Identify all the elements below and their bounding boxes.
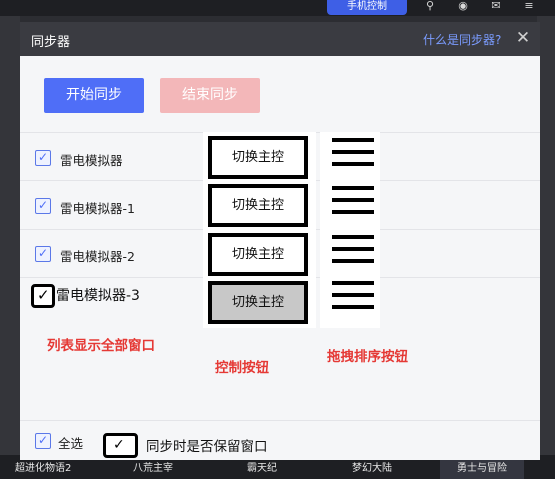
select-all-label: 全选: [58, 436, 84, 451]
drag-handle-icon[interactable]: [332, 186, 374, 220]
menu-icon[interactable]: ≡: [522, 0, 536, 12]
bottom-tab-4[interactable]: 勇士与冒险: [457, 459, 507, 474]
dialog-header: 同步器 什么是同步器? ✕: [20, 22, 540, 56]
check-icon: ✓: [37, 286, 50, 304]
dialog-title: 同步器: [31, 35, 71, 50]
keep-window-checkbox[interactable]: ✓: [103, 433, 138, 458]
check-icon: ✓: [113, 437, 125, 453]
background-left-panel: [0, 16, 20, 455]
switch-master-button[interactable]: 切换主控: [208, 184, 308, 227]
phone-control-button[interactable]: 手机控制: [327, 0, 407, 15]
emulator-name: 雷电模拟器-3: [56, 288, 140, 304]
check-icon: ✓: [38, 433, 49, 447]
help-link[interactable]: 什么是同步器?: [423, 31, 501, 48]
drag-annotation: 拖拽排序按钮: [327, 349, 408, 365]
keep-window-label: 同步时是否保留窗口: [146, 439, 268, 455]
drag-handle-icon[interactable]: [332, 235, 374, 269]
emulator-name: 雷电模拟器-2: [60, 249, 135, 264]
bottom-tab-1[interactable]: 八荒主宰: [133, 459, 173, 474]
close-icon[interactable]: ✕: [514, 28, 532, 48]
emulator-name: 雷电模拟器: [60, 153, 123, 168]
start-sync-button[interactable]: 开始同步: [44, 78, 144, 113]
select-all-checkbox[interactable]: ✓: [35, 433, 51, 449]
switch-master-button[interactable]: 切换主控: [208, 233, 308, 276]
row-checkbox[interactable]: ✓: [35, 198, 51, 214]
row-checkbox[interactable]: ✓: [31, 284, 55, 308]
app-top-bar: 手机控制 ⚲ ◉ ✉ ≡: [0, 0, 555, 16]
gamepad-icon[interactable]: ⚲: [423, 0, 437, 12]
row-checkbox[interactable]: ✓: [35, 246, 51, 262]
control-annotation: 控制按钮: [215, 360, 269, 376]
list-annotation: 列表显示全部窗口: [47, 338, 155, 354]
row-checkbox[interactable]: ✓: [35, 150, 51, 166]
switch-master-button[interactable]: 切换主控: [208, 136, 308, 179]
user-icon[interactable]: ◉: [456, 0, 470, 12]
bottom-tab-2[interactable]: 霸天纪: [247, 459, 277, 474]
bottom-tab-3[interactable]: 梦幻大陆: [352, 459, 392, 474]
synchronizer-dialog: 同步器 什么是同步器? ✕ 开始同步 结束同步 ✓ 雷电模拟器 切换主控 ✓ 雷…: [20, 22, 540, 460]
check-icon: ✓: [38, 246, 49, 260]
emulator-name: 雷电模拟器-1: [60, 201, 135, 216]
bottom-tab-0[interactable]: 超进化物语2: [15, 459, 71, 474]
mail-icon[interactable]: ✉: [489, 0, 503, 12]
switch-master-button[interactable]: 切换主控: [208, 281, 308, 324]
drag-handle-icon[interactable]: [332, 138, 374, 172]
stop-sync-button[interactable]: 结束同步: [160, 78, 260, 113]
check-icon: ✓: [38, 198, 49, 212]
drag-handle-icon[interactable]: [332, 281, 374, 315]
divider: [20, 420, 540, 421]
check-icon: ✓: [38, 150, 49, 164]
